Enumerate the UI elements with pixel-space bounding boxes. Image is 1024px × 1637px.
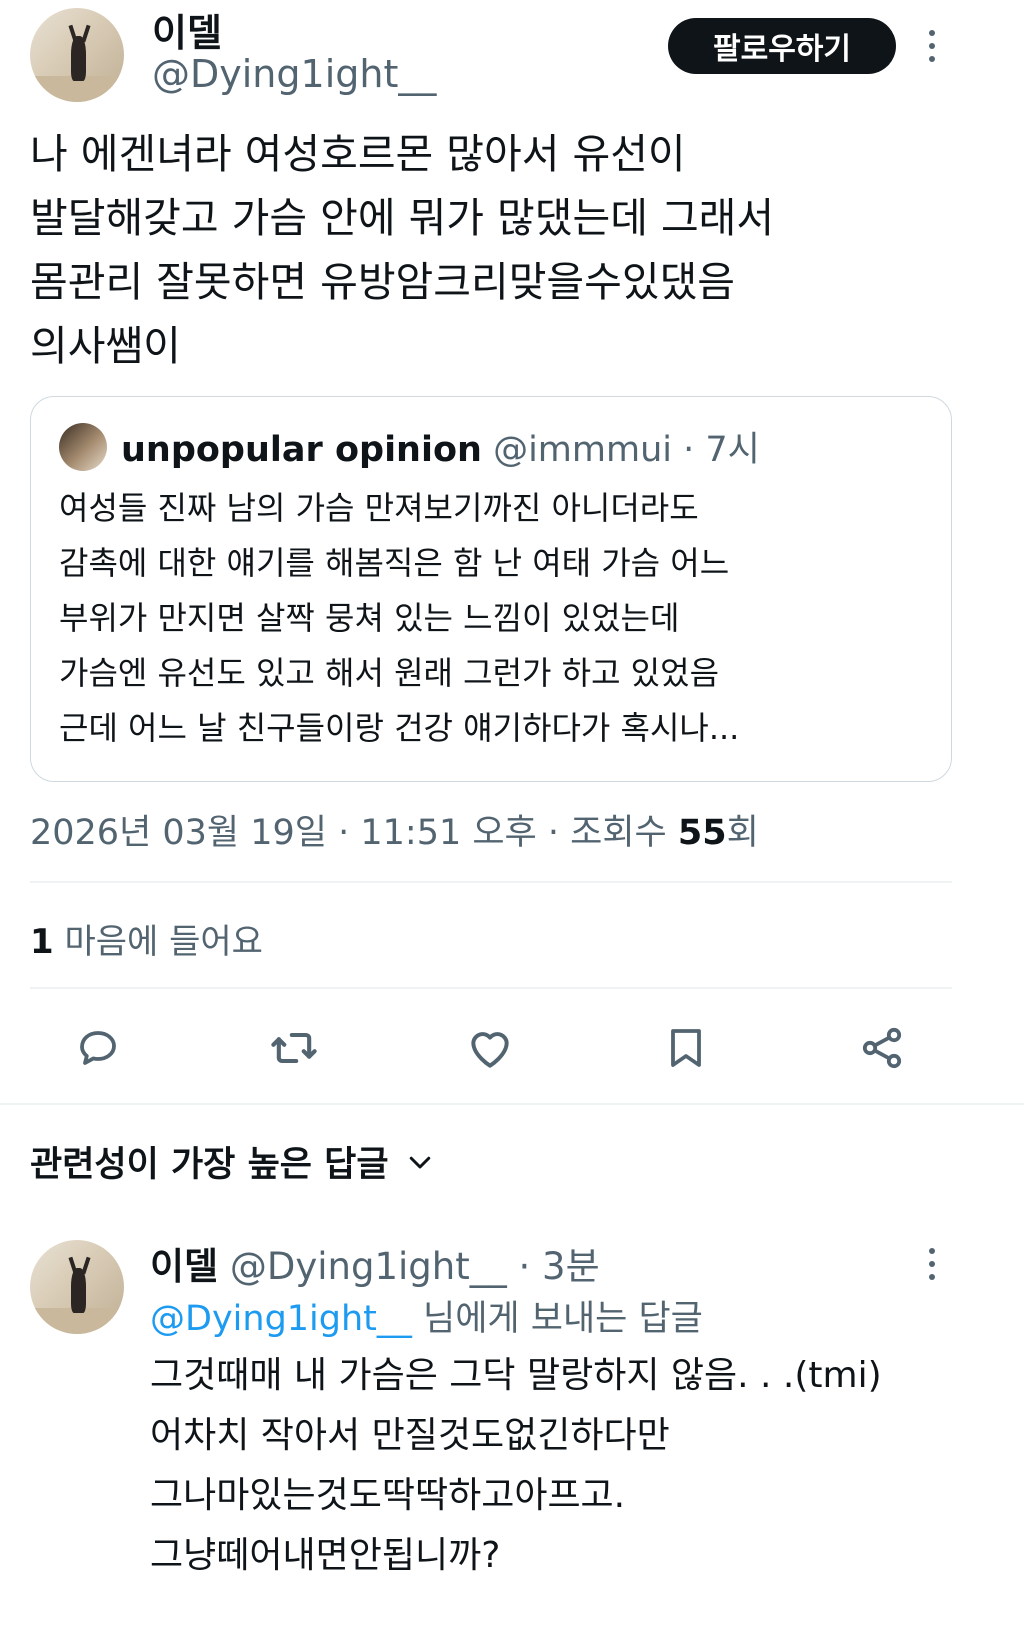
likes-label: 마음에 들어요 xyxy=(53,922,263,962)
follow-button[interactable]: 팔로우하기 xyxy=(668,18,896,74)
author-name[interactable]: 이델 xyxy=(152,2,222,57)
quoted-text-line: 근데 어느 날 친구들이랑 건강 얘기하다가 혹시나... xyxy=(59,709,740,747)
tweet-text-line: 의사쌤이 xyxy=(30,322,181,370)
quoted-tweet-header: unpopular opinion @immmui · 7시 xyxy=(121,421,760,472)
view-suffix: 회 xyxy=(726,813,759,853)
bookmark-button[interactable] xyxy=(658,1020,714,1076)
reply-text-line: 그것때매 내 가슴은 그닥 말랑하지 않음. . .(tmi) xyxy=(150,1355,882,1396)
section-divider xyxy=(0,1103,1024,1105)
reply-text: 그것때매 내 가슴은 그닥 말랑하지 않음. . .(tmi) 어차치 작아서 … xyxy=(150,1346,990,1586)
reply-to-line: @Dying1ight__ 님에게 보내는 답글 xyxy=(150,1290,703,1341)
quoted-text-line: 감촉에 대한 얘기를 해봄직은 함 난 여태 가슴 어느 xyxy=(59,544,730,582)
quoted-text-line: 여성들 진짜 남의 가슴 만져보기까진 아니더라도 xyxy=(59,489,699,527)
quoted-author-name: unpopular opinion xyxy=(121,430,482,470)
reply-author-avatar[interactable] xyxy=(30,1240,124,1334)
reply-more-options-icon[interactable] xyxy=(927,1248,937,1280)
tweet-datetime: 2026년 03월 19일 · 11:51 오후 · 조회수 xyxy=(30,813,678,853)
reply-button[interactable] xyxy=(70,1020,126,1076)
tweet-text: 나 에겐녀라 여성호르몬 많아서 유선이 발달해갖고 가슴 안에 뭐가 많댔는데… xyxy=(30,122,960,378)
quoted-tweet-card[interactable]: unpopular opinion @immmui · 7시 여성들 진짜 남의… xyxy=(30,396,952,782)
reply-sort-dropdown[interactable]: 관련성이 가장 높은 답글 xyxy=(30,1136,435,1187)
reply-author-name[interactable]: 이델 xyxy=(150,1245,218,1288)
retweet-icon xyxy=(271,1032,317,1064)
like-button[interactable] xyxy=(462,1020,518,1076)
quoted-tweet-time: · 7시 xyxy=(683,430,760,470)
reply-author-handle[interactable]: @Dying1ight__ xyxy=(230,1245,507,1288)
reply-icon xyxy=(80,1031,116,1065)
chevron-down-icon xyxy=(409,1156,430,1168)
reply-text-line: 그나마있는것도딱딱하고아프고. xyxy=(150,1475,626,1516)
more-options-icon[interactable] xyxy=(927,30,937,62)
reply-time: · 3분 xyxy=(518,1245,600,1288)
share-button[interactable] xyxy=(854,1020,910,1076)
reply-to-suffix: 님에게 보내는 답글 xyxy=(411,1299,703,1339)
heart-icon xyxy=(471,1032,509,1068)
bookmark-icon xyxy=(671,1029,701,1067)
quoted-author-avatar xyxy=(59,423,107,471)
author-avatar[interactable] xyxy=(30,8,124,102)
share-icon xyxy=(862,1027,902,1069)
quoted-text-line: 가슴엔 유선도 있고 해서 원래 그런가 하고 있었음 xyxy=(59,654,720,692)
tweet-text-line: 몸관리 잘못하면 유방암크리맞을수있댔음 xyxy=(30,258,736,306)
divider xyxy=(30,987,952,989)
reply-to-mention[interactable]: @Dying1ight__ xyxy=(150,1299,412,1339)
quoted-author-handle: @immmui xyxy=(493,430,672,470)
quoted-text-line: 부위가 만지면 살짝 뭉쳐 있는 느낌이 있었는데 xyxy=(59,599,680,637)
reply-header: 이델 @Dying1ight__ · 3분 xyxy=(150,1236,600,1290)
tweet-text-line: 발달해갖고 가슴 안에 뭐가 많댔는데 그래서 xyxy=(30,194,775,242)
tweet-timestamp[interactable]: 2026년 03월 19일 · 11:51 오후 · 조회수 55회 xyxy=(30,804,759,855)
tweet-text-line: 나 에겐녀라 여성호르몬 많아서 유선이 xyxy=(30,130,686,178)
reply-text-line: 그냥떼어내면안됩니까? xyxy=(150,1535,501,1576)
divider xyxy=(30,881,952,883)
likes-summary[interactable]: 1 마음에 들어요 xyxy=(30,914,263,963)
retweet-button[interactable] xyxy=(266,1020,322,1076)
reply-text-line: 어차치 작아서 만질것도없긴하다만 xyxy=(150,1415,670,1456)
reply-sort-label: 관련성이 가장 높은 답글 xyxy=(30,1145,389,1185)
author-handle[interactable]: @Dying1ight__ xyxy=(152,52,436,96)
quoted-tweet-text: 여성들 진짜 남의 가슴 만져보기까진 아니더라도 감촉에 대한 얘기를 해봄직… xyxy=(59,481,939,756)
view-count: 55 xyxy=(677,813,727,853)
likes-count: 1 xyxy=(30,922,54,962)
